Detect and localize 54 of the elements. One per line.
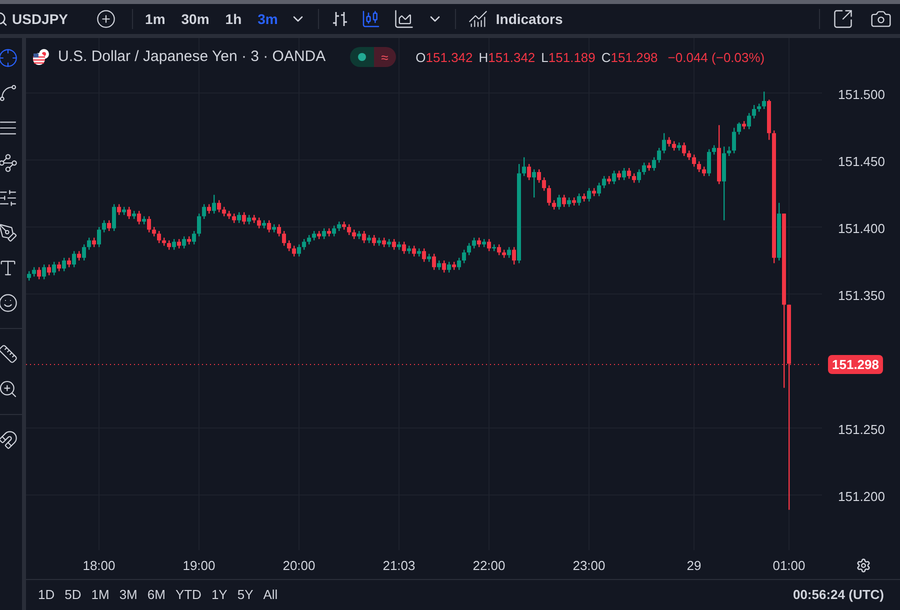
price-label: 151.450	[838, 152, 885, 171]
smiley-icon[interactable]	[0, 293, 18, 313]
chart-title: U.S. Dollar / Japanese Yen · 3 · OANDA	[58, 47, 326, 67]
open-in-new-icon[interactable]	[832, 8, 854, 30]
interval-tab[interactable]: 1m	[145, 8, 166, 30]
range-button[interactable]: 6M	[147, 585, 166, 605]
trend-line-icon[interactable]	[0, 83, 18, 103]
price-label: 151.400	[838, 220, 885, 238]
ohlc-value: H151.342	[478, 48, 536, 66]
bar-chart-icon[interactable]	[330, 10, 349, 28]
price-change: −0.044 (−0.03%)	[668, 48, 765, 67]
interval-tab[interactable]: 1h	[225, 8, 242, 30]
candlestick-icon[interactable]	[360, 9, 381, 29]
price-label: 151.500	[838, 86, 885, 104]
text-icon[interactable]	[0, 258, 18, 278]
time-label: 22:00	[472, 557, 506, 575]
range-button[interactable]: YTD	[175, 585, 202, 605]
price-label: 151.250	[838, 421, 885, 440]
indicators-button[interactable]: Indicators	[468, 8, 563, 30]
chart-icon	[468, 9, 488, 29]
ohlc-value: O151.342	[416, 48, 473, 66]
range-button[interactable]: All	[263, 585, 278, 605]
time-label: 18:00	[82, 557, 116, 575]
price-label: 151.200	[838, 488, 885, 506]
settings-icon[interactable]	[856, 558, 871, 573]
clock-text: 00:56:24 (UTC)	[792, 586, 884, 604]
time-label: 19:00	[182, 557, 216, 575]
time-label: 23:00	[572, 557, 606, 575]
magnet-icon[interactable]	[0, 430, 18, 450]
area-chart-icon[interactable]	[392, 8, 415, 30]
time-label: 20:00	[282, 557, 316, 575]
zoom-in-icon[interactable]	[0, 379, 18, 399]
interval-tab[interactable]: 3m	[258, 8, 278, 30]
range-button[interactable]: 1Y	[211, 585, 228, 605]
current-price-label: 151.298	[828, 354, 883, 374]
time-label: 21:03	[382, 557, 416, 575]
crosshair-icon[interactable]	[0, 48, 18, 68]
status-symbol: ≈	[374, 47, 396, 68]
interval-tab[interactable]: 30m	[181, 8, 210, 30]
range-button[interactable]: 5D	[64, 585, 82, 605]
ohlc-value: C151.298	[601, 48, 658, 66]
ruler-icon[interactable]	[0, 344, 18, 364]
ohlc-value: L151.189	[541, 48, 596, 66]
add-symbol-icon[interactable]	[96, 9, 116, 29]
range-button[interactable]: 1M	[91, 585, 110, 605]
price-label: 151.350	[838, 287, 885, 305]
range-button[interactable]: 1D	[38, 585, 55, 605]
range-button[interactable]: 3M	[119, 585, 138, 605]
time-label: 29	[686, 557, 702, 575]
time-label: 01:00	[772, 557, 806, 575]
range-button[interactable]: 5Y	[237, 585, 254, 605]
symbol-name[interactable]: USDJPY	[12, 8, 68, 30]
flag-icon	[32, 48, 50, 66]
camera-icon[interactable]	[870, 8, 892, 30]
